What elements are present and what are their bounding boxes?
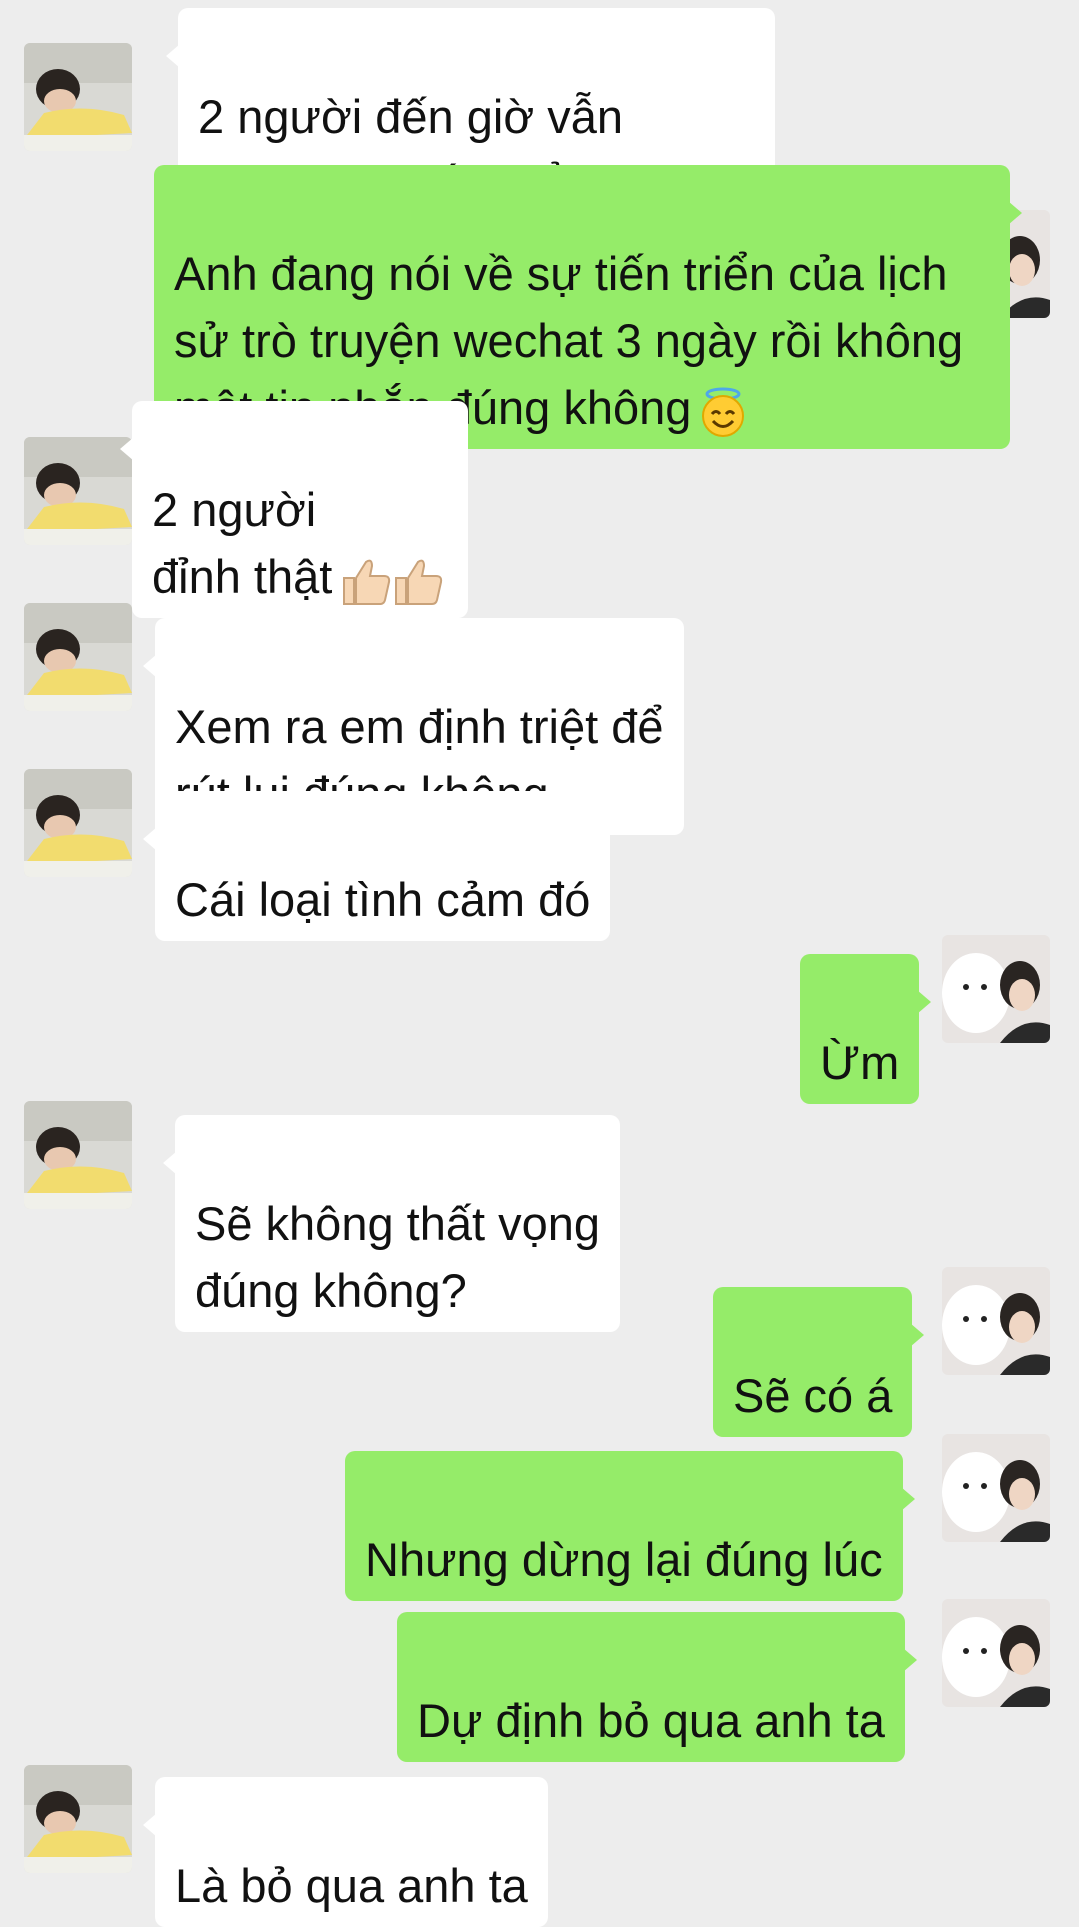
contact-avatar[interactable]	[24, 1101, 132, 1209]
message-text: Ừm	[820, 1036, 900, 1089]
my-avatar-icon	[942, 1599, 1050, 1707]
message-text: Nhưng dừng lại đúng lúc	[365, 1533, 883, 1586]
outgoing-message-bubble[interactable]: Dự định bỏ qua anh ta	[397, 1612, 917, 1762]
contact-avatar-icon	[24, 603, 132, 711]
message-text: Sẽ không thất vọng đúng không?	[195, 1197, 601, 1317]
message-text: 2 người đỉnh thật	[152, 483, 333, 603]
my-avatar[interactable]	[942, 1267, 1050, 1375]
contact-avatar[interactable]	[24, 437, 132, 545]
outgoing-message-bubble[interactable]: Nhưng dừng lại đúng lúc	[345, 1451, 915, 1601]
contact-avatar[interactable]	[24, 1765, 132, 1873]
contact-avatar-icon	[24, 1101, 132, 1209]
contact-avatar-icon	[24, 1765, 132, 1873]
contact-avatar-icon	[24, 769, 132, 877]
thumbs-up-icon	[338, 554, 448, 608]
my-avatar-icon	[942, 935, 1050, 1043]
incoming-message-bubble[interactable]: Sẽ không thất vọng đúng không?	[162, 1115, 621, 1332]
message-text: Dự định bỏ qua anh ta	[417, 1694, 885, 1747]
outgoing-message-bubble[interactable]: Ừm	[800, 954, 932, 1104]
message-text: Cái loại tình cảm đó	[175, 873, 591, 926]
smiling-face-with-halo-icon	[697, 386, 749, 438]
contact-avatar-icon	[24, 43, 132, 151]
my-avatar[interactable]	[942, 1599, 1050, 1707]
my-avatar-icon	[942, 1434, 1050, 1542]
incoming-message-bubble[interactable]: Là bỏ qua anh ta	[143, 1777, 548, 1927]
my-avatar-icon	[942, 1267, 1050, 1375]
incoming-message-bubble[interactable]: 2 người đỉnh thật	[119, 401, 469, 618]
outgoing-message-bubble[interactable]: Sẽ có á	[713, 1287, 925, 1437]
contact-avatar[interactable]	[24, 43, 132, 151]
contact-avatar-icon	[24, 437, 132, 545]
incoming-message-bubble[interactable]: Cái loại tình cảm đó	[142, 791, 611, 941]
message-text: Là bỏ qua anh ta	[175, 1859, 528, 1912]
contact-avatar[interactable]	[24, 603, 132, 711]
my-avatar[interactable]	[942, 1434, 1050, 1542]
contact-avatar[interactable]	[24, 769, 132, 877]
message-text: Sẽ có á	[733, 1369, 893, 1422]
chat-message-list[interactable]: 2 người đến giờ vẫn chưa có...tiến triển…	[0, 0, 1079, 1927]
my-avatar[interactable]	[942, 935, 1050, 1043]
